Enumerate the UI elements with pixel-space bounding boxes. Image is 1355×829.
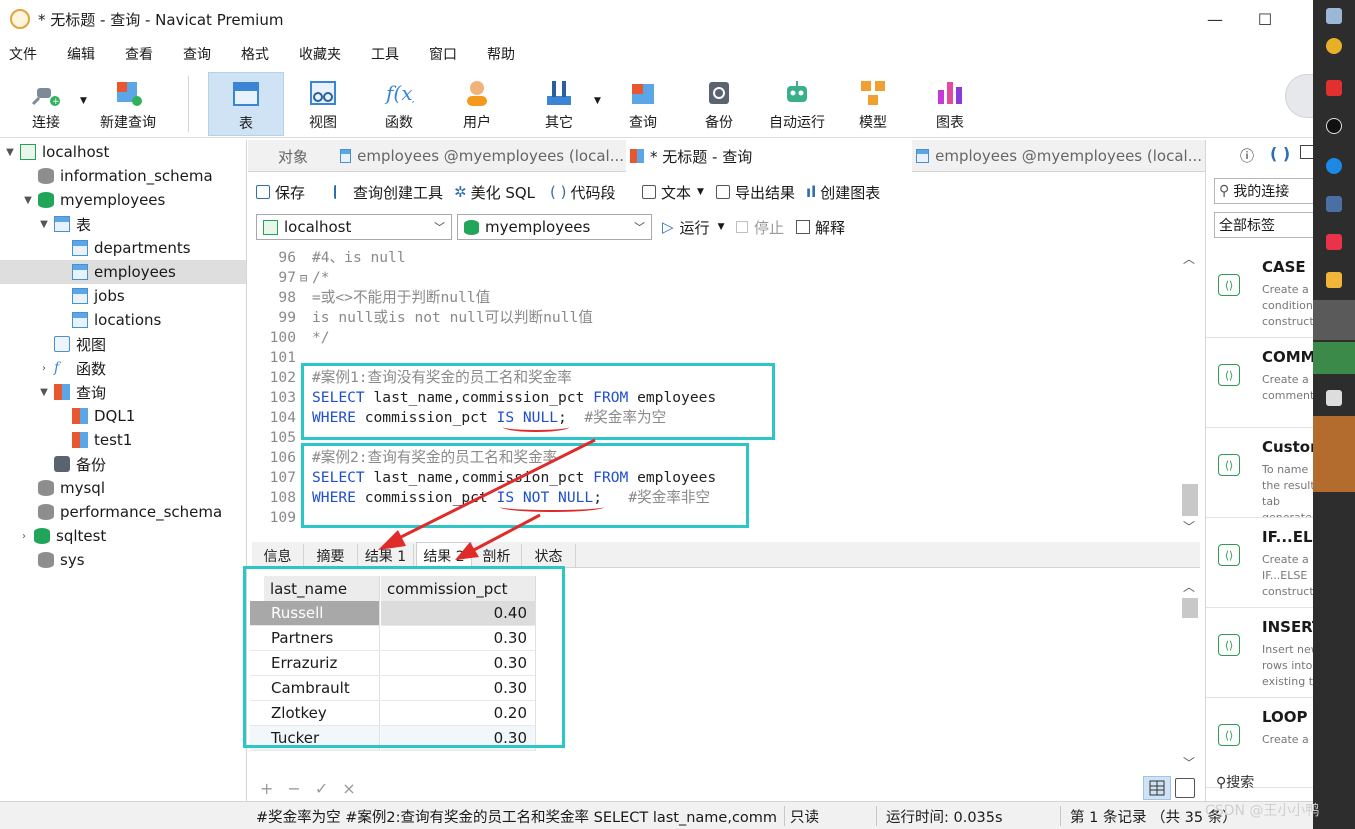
annotation-arrowhead-1 — [378, 530, 406, 550]
annotation-arrowhead-2 — [455, 542, 479, 560]
annotation-arrows — [378, 438, 596, 560]
annotation-arrow-1 — [394, 438, 596, 542]
watermark: CSDN @王小小鸭 — [1205, 803, 1320, 819]
annotation-arrow-2 — [469, 513, 541, 554]
navicat-window: * 无标题 - 查询 - Navicat Premium — ☐ 文件 编辑 查… — [0, 0, 1355, 829]
